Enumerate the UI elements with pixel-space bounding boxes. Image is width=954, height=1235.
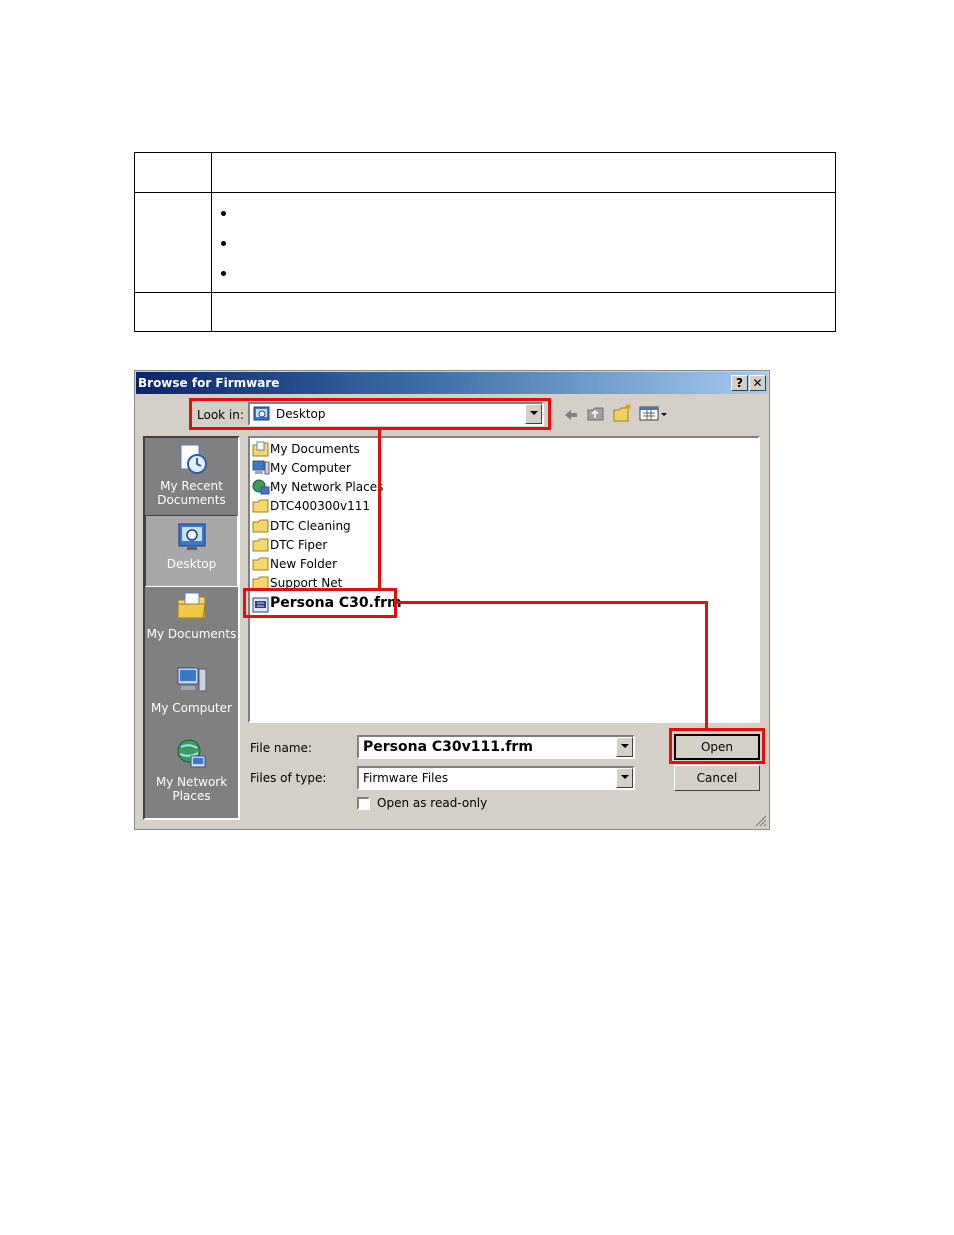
new-folder-icon[interactable] [613,403,633,422]
places-bar: My Recent Documents Desktop My Documents [143,436,240,820]
file-list[interactable]: My Documents My Computer My Network Plac… [248,436,760,723]
folder-icon [252,557,269,571]
help-button[interactable]: ? [731,375,748,391]
connector-line [705,601,708,729]
place-network-places[interactable]: My Network Places [145,738,238,803]
close-button[interactable]: ✕ [749,375,766,391]
read-only-checkbox[interactable] [357,797,370,810]
recent-documents-icon [180,444,207,474]
connector-line [378,429,381,589]
file-name-input[interactable]: Persona C30v111.frm [357,735,635,759]
file-type-dropdown-arrow[interactable] [616,768,633,788]
look-in-highlight [189,398,551,430]
cancel-button[interactable]: Cancel [674,765,760,791]
file-name-label: File name: [250,741,312,755]
table-row-divider [135,192,835,193]
view-menu-icon[interactable] [639,406,669,422]
place-desktop[interactable]: Desktop [145,515,238,587]
folder-icon [252,499,269,513]
desktop-icon [178,523,205,550]
table-row-divider [135,292,835,293]
file-name-value: Persona C30v111.frm [363,739,533,755]
table-bullet [221,211,226,216]
place-my-computer[interactable]: My Computer [145,664,238,715]
my-documents-icon [252,441,269,457]
table-bullet [221,271,226,276]
table-bullet [221,241,226,246]
open-button-highlight [669,728,765,764]
file-name-dropdown-arrow[interactable] [616,737,633,757]
my-computer-icon [177,667,206,692]
network-places-icon [252,479,270,495]
place-recent-documents[interactable]: My Recent Documents [145,442,238,507]
dialog-title: Browse for Firmware [138,376,280,390]
network-places-icon [177,739,205,768]
resize-grip-icon[interactable] [754,814,767,827]
folder-icon [252,538,269,552]
dialog-titlebar[interactable]: Browse for Firmware ? ✕ [136,372,768,394]
file-highlight [243,588,397,618]
instruction-table [134,152,836,332]
read-only-label[interactable]: Open as read-only [377,796,487,810]
my-documents-icon [177,592,206,619]
place-my-documents[interactable]: My Documents [145,590,238,641]
up-folder-icon[interactable] [587,405,605,422]
connector-line [397,601,707,604]
file-type-dropdown[interactable]: Firmware Files [357,766,635,790]
table-column-divider [211,153,212,331]
browse-firmware-dialog: Browse for Firmware ? ✕ Look in: Desktop [134,370,770,830]
file-type-value: Firmware Files [363,771,449,785]
my-computer-icon [252,460,270,475]
folder-icon [252,519,269,533]
back-arrow-icon[interactable] [563,408,579,422]
file-type-label: Files of type: [250,771,327,785]
